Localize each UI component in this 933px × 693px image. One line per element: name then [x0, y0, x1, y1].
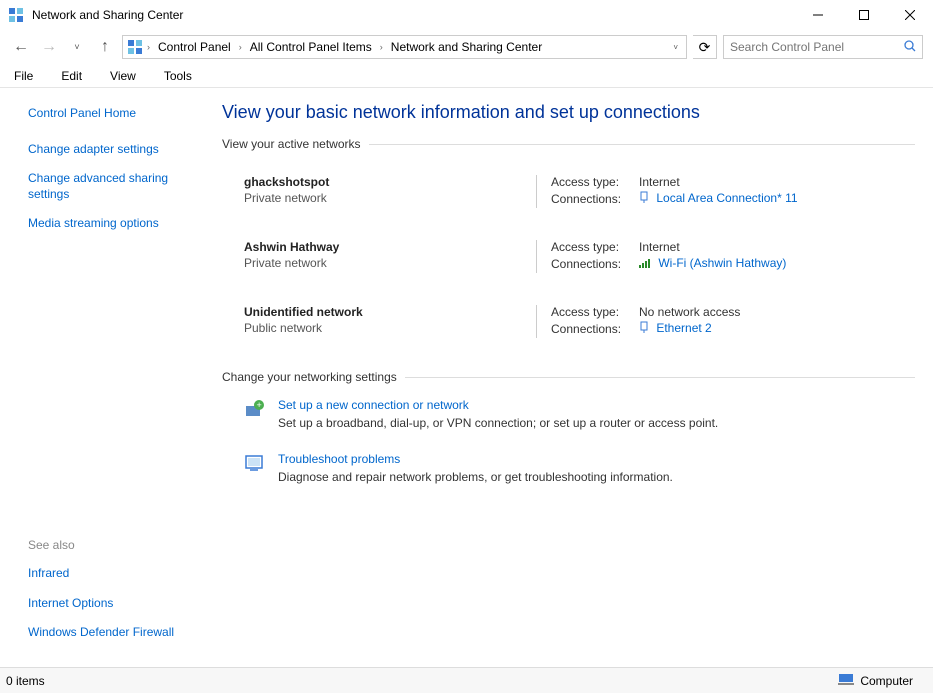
- sidebar-media-streaming-options[interactable]: Media streaming options: [28, 216, 196, 232]
- see-also-label: See also: [28, 538, 196, 552]
- access-type-label: Access type:: [551, 175, 629, 189]
- network-name: Unidentified network: [244, 305, 536, 319]
- address-bar: ← → ˅ ↑ › Control Panel › All Control Pa…: [0, 30, 933, 64]
- seealso-infrared[interactable]: Infrared: [28, 566, 196, 582]
- ethernet-icon: [639, 191, 649, 206]
- connection-link[interactable]: Ethernet 2: [656, 321, 711, 335]
- setup-connection-icon: +: [244, 398, 266, 420]
- task-setup-connection[interactable]: + Set up a new connection or network Set…: [222, 390, 915, 444]
- connections-label: Connections:: [551, 257, 629, 271]
- network-row: ghackshotspot Private network Access typ…: [244, 157, 915, 222]
- window-title: Network and Sharing Center: [32, 8, 795, 22]
- back-button[interactable]: ←: [10, 36, 32, 58]
- network-name: ghackshotspot: [244, 175, 536, 189]
- status-computer-label: Computer: [860, 674, 913, 688]
- network-type: Public network: [244, 321, 536, 335]
- menu-file[interactable]: File: [8, 67, 39, 85]
- svg-text:+: +: [257, 400, 262, 410]
- active-networks-list: ghackshotspot Private network Access typ…: [222, 157, 915, 352]
- up-button[interactable]: ↑: [94, 36, 116, 58]
- wifi-icon: [639, 257, 651, 271]
- close-button[interactable]: [887, 0, 933, 30]
- title-bar: Network and Sharing Center: [0, 0, 933, 30]
- troubleshoot-icon: [244, 452, 266, 474]
- maximize-button[interactable]: [841, 0, 887, 30]
- ethernet-icon: [639, 321, 649, 336]
- breadcrumb-bar[interactable]: › Control Panel › All Control Panel Item…: [122, 35, 687, 59]
- task-desc: Set up a broadband, dial-up, or VPN conn…: [278, 416, 718, 430]
- menu-view[interactable]: View: [104, 67, 142, 85]
- task-link[interactable]: Troubleshoot problems: [278, 452, 673, 466]
- access-type-value: Internet: [639, 240, 680, 254]
- breadcrumb-control-panel[interactable]: Control Panel: [154, 38, 235, 56]
- minimize-button[interactable]: [795, 0, 841, 30]
- menu-edit[interactable]: Edit: [55, 67, 88, 85]
- chevron-down-icon[interactable]: ˅: [669, 43, 682, 52]
- search-box[interactable]: [723, 35, 923, 59]
- content-area: Control Panel Home Change adapter settin…: [0, 88, 933, 667]
- status-bar: 0 items Computer: [0, 667, 933, 693]
- breadcrumb-all-items[interactable]: All Control Panel Items: [246, 38, 376, 56]
- chevron-right-icon[interactable]: ›: [378, 42, 385, 52]
- network-type: Private network: [244, 256, 536, 270]
- chevron-right-icon[interactable]: ›: [145, 42, 152, 52]
- network-row: Ashwin Hathway Private network Access ty…: [244, 222, 915, 287]
- active-networks-label: View your active networks: [222, 137, 915, 151]
- network-row: Unidentified network Public network Acce…: [244, 287, 915, 352]
- sidebar-change-adapter-settings[interactable]: Change adapter settings: [28, 142, 196, 158]
- network-name: Ashwin Hathway: [244, 240, 536, 254]
- computer-icon: [838, 673, 854, 688]
- connections-label: Connections:: [551, 322, 629, 336]
- status-computer[interactable]: Computer: [824, 673, 927, 688]
- main-panel: View your basic network information and …: [210, 88, 933, 667]
- breadcrumb-current[interactable]: Network and Sharing Center: [387, 38, 546, 56]
- sidebar-change-advanced-sharing[interactable]: Change advanced sharing settings: [28, 171, 196, 202]
- seealso-internet-options[interactable]: Internet Options: [28, 596, 196, 612]
- breadcrumb-icon: [127, 39, 143, 55]
- forward-button[interactable]: →: [38, 36, 60, 58]
- sidebar: Control Panel Home Change adapter settin…: [0, 88, 210, 667]
- access-type-value: Internet: [639, 175, 680, 189]
- refresh-button[interactable]: ⟳: [693, 35, 717, 59]
- sidebar-control-panel-home[interactable]: Control Panel Home: [28, 106, 196, 122]
- task-desc: Diagnose and repair network problems, or…: [278, 470, 673, 484]
- page-title: View your basic network information and …: [222, 102, 915, 123]
- network-type: Private network: [244, 191, 536, 205]
- app-icon: [8, 7, 24, 23]
- search-icon[interactable]: [904, 40, 916, 55]
- connection-link[interactable]: Local Area Connection* 11: [656, 191, 797, 205]
- status-item-count: 0 items: [6, 674, 824, 688]
- search-input[interactable]: [730, 40, 890, 54]
- access-type-label: Access type:: [551, 240, 629, 254]
- access-type-value: No network access: [639, 305, 740, 319]
- chevron-right-icon[interactable]: ›: [237, 42, 244, 52]
- access-type-label: Access type:: [551, 305, 629, 319]
- menu-bar: File Edit View Tools: [0, 64, 933, 88]
- seealso-windows-defender-firewall[interactable]: Windows Defender Firewall: [28, 625, 196, 641]
- task-link[interactable]: Set up a new connection or network: [278, 398, 718, 412]
- recent-dropdown[interactable]: ˅: [66, 36, 88, 58]
- menu-tools[interactable]: Tools: [158, 67, 198, 85]
- connection-link[interactable]: Wi-Fi (Ashwin Hathway): [658, 256, 786, 270]
- change-settings-label: Change your networking settings: [222, 370, 915, 384]
- connections-label: Connections:: [551, 192, 629, 206]
- task-troubleshoot[interactable]: Troubleshoot problems Diagnose and repai…: [222, 444, 915, 498]
